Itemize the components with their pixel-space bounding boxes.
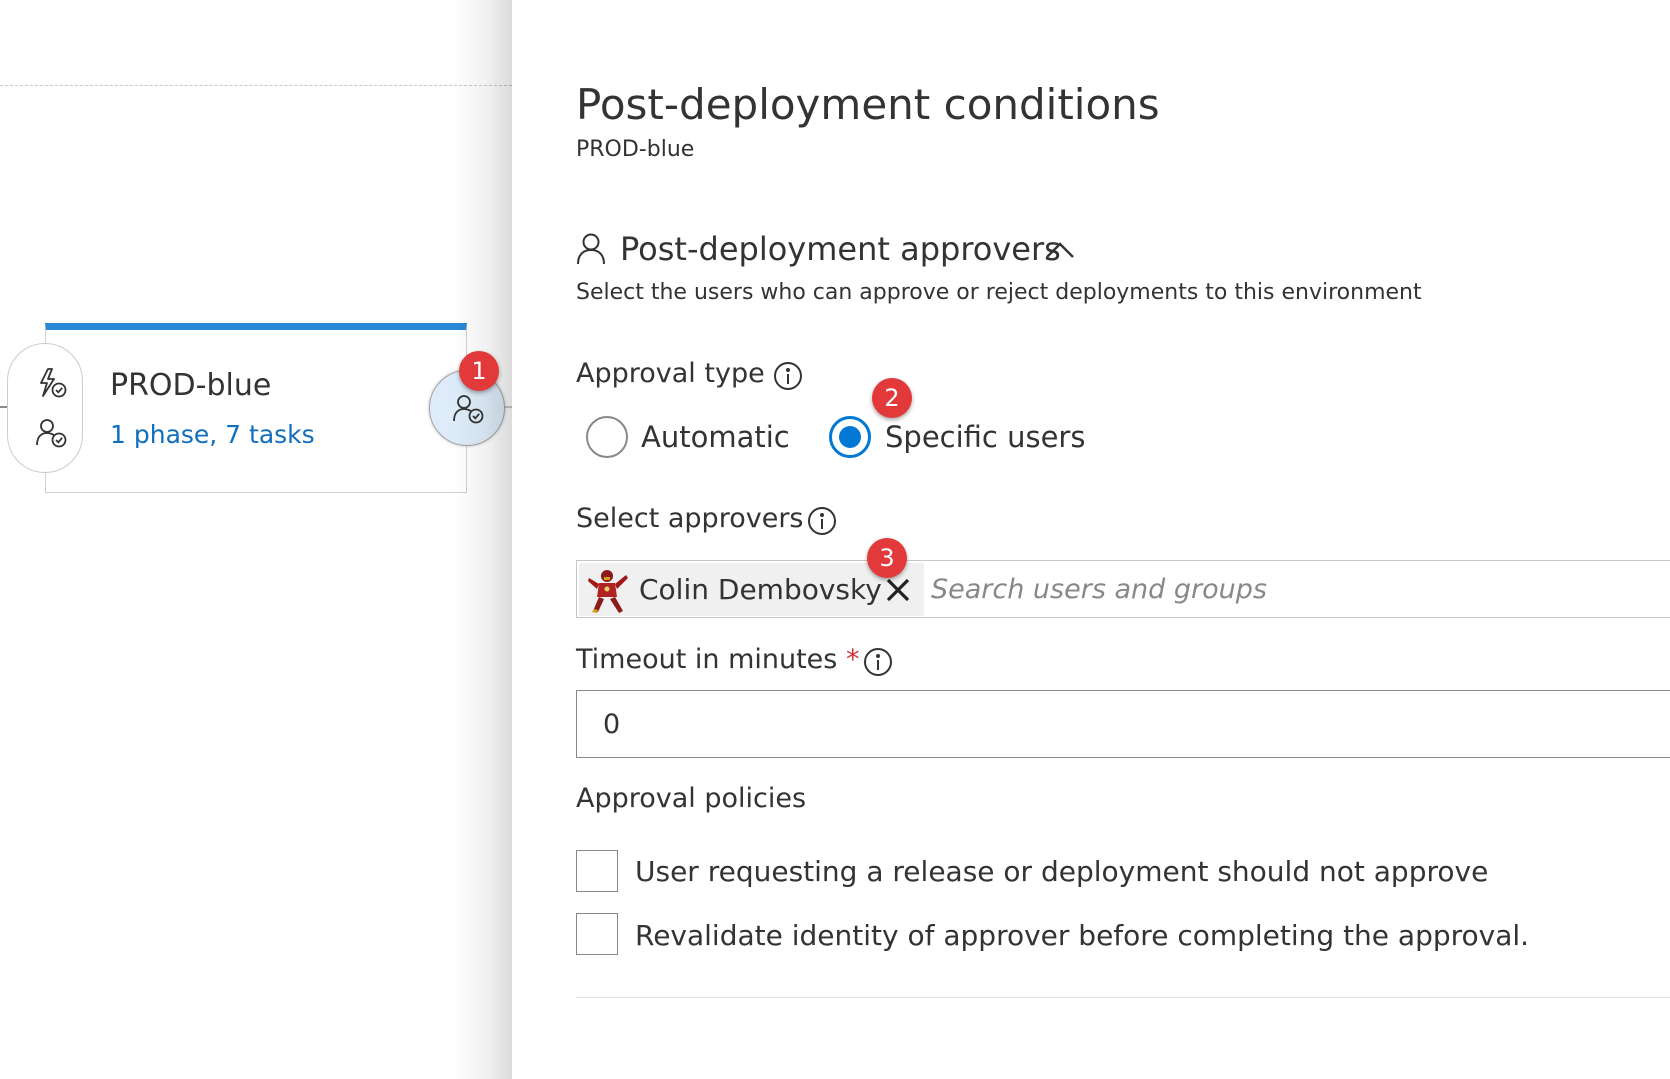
step-badge-1: 1 — [459, 351, 499, 391]
timeout-label-text: Timeout in minutes — [576, 644, 838, 675]
select-approvers-label: Select approvers — [576, 503, 804, 534]
approvers-section-description: Select the users who can approve or reje… — [576, 280, 1422, 305]
pre-deployment-conditions — [7, 343, 83, 473]
pipeline-canvas: PROD-blue 1 phase, 7 tasks — [0, 0, 512, 1079]
panel-title: Post-deployment conditions — [576, 80, 1160, 129]
policy-label-requester-cannot-approve[interactable]: User requesting a release or deployment … — [635, 855, 1488, 888]
close-icon[interactable] — [885, 577, 911, 603]
step-badge-3: 3 — [867, 538, 907, 578]
info-icon[interactable] — [774, 362, 802, 390]
stage-name[interactable]: PROD-blue — [110, 368, 271, 403]
stage-phase-tasks-link[interactable]: 1 phase, 7 tasks — [110, 420, 315, 449]
person-icon — [577, 233, 605, 265]
radio-automatic[interactable] — [586, 416, 628, 458]
step-badge-2: 2 — [872, 378, 912, 418]
approvers-section-header[interactable]: Post-deployment approvers — [620, 230, 1061, 268]
approver-name: Colin Dembovsky — [639, 573, 882, 606]
policy-checkbox-requester-cannot-approve[interactable] — [576, 850, 618, 892]
timeout-label: Timeout in minutes * — [576, 644, 859, 675]
required-indicator: * — [845, 644, 860, 675]
stage-card[interactable] — [45, 323, 467, 493]
chevron-up-icon[interactable] — [1045, 240, 1075, 260]
timeout-input[interactable] — [579, 693, 1659, 755]
stage-separator-line — [0, 85, 512, 86]
policy-label-revalidate-identity[interactable]: Revalidate identity of approver before c… — [635, 919, 1529, 952]
radio-specific-users-label[interactable]: Specific users — [885, 420, 1085, 454]
radio-specific-users[interactable] — [829, 416, 871, 458]
info-icon[interactable] — [864, 648, 892, 676]
post-deployment-conditions-panel: Post-deployment conditions PROD-blue Pos… — [512, 0, 1670, 1079]
info-icon[interactable] — [808, 507, 836, 535]
panel-subtitle: PROD-blue — [576, 137, 695, 162]
approval-type-label: Approval type — [576, 358, 765, 389]
panel-shadow — [452, 0, 512, 1079]
timeout-field[interactable] — [576, 690, 1670, 758]
lightning-check-icon[interactable] — [34, 366, 68, 400]
search-users-input[interactable] — [927, 565, 1647, 613]
avatar — [588, 570, 628, 613]
person-check-icon[interactable] — [34, 416, 68, 450]
section-divider — [576, 997, 1670, 998]
policy-checkbox-revalidate-identity[interactable] — [576, 913, 618, 955]
approval-policies-label: Approval policies — [576, 783, 807, 814]
approvers-picker[interactable]: Colin Dembovsky — [576, 560, 1670, 618]
radio-automatic-label[interactable]: Automatic — [641, 420, 790, 454]
